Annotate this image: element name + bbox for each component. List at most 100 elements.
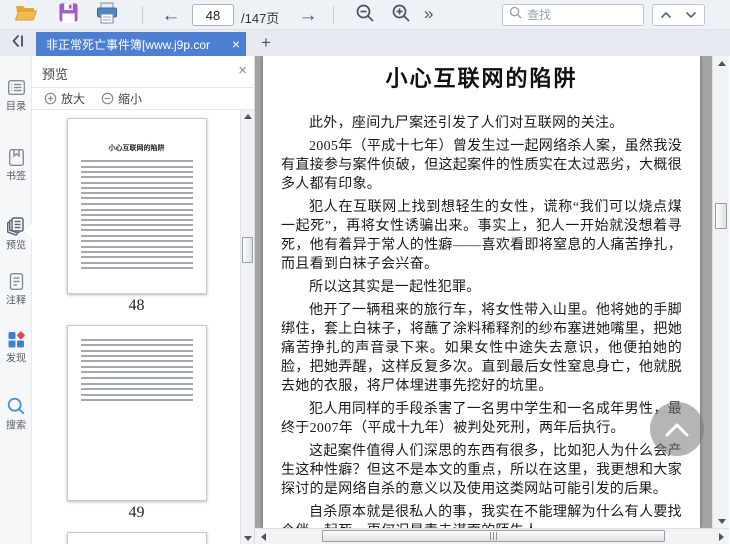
document-paragraph: 此外，座间九尸案还引发了人们对互联网的关注。 — [309, 116, 624, 131]
scroll-right-button[interactable] — [714, 529, 728, 544]
thumb-zoom-out-button[interactable]: 缩小 — [101, 90, 142, 107]
bookmark-icon — [8, 149, 24, 167]
thumb-zoom-out-label: 缩小 — [118, 92, 143, 106]
sidebar-item-label: 注释 — [5, 295, 27, 307]
thumb-text-lines — [80, 235, 193, 242]
document-tab[interactable]: 非正常死亡事件簿[www.j9p.cor × — [36, 32, 246, 56]
document-page: 小心互联网的陷阱 此外，座间九尸案还引发了人们对互联网的关注。 2005年（平成… — [263, 56, 700, 528]
preview-title: 预览 — [42, 67, 69, 82]
magnifier-plus-icon — [391, 3, 411, 28]
sidebar-item-label: 目录 — [5, 101, 27, 113]
toolbar-separator — [142, 6, 143, 24]
thumbnail-image[interactable] — [66, 532, 207, 544]
left-sidebar: 目录 书签 预览 注释 发现 搜索 — [0, 56, 32, 544]
scroll-left-button[interactable] — [256, 529, 270, 544]
magnifier-minus-icon — [355, 3, 375, 28]
arrow-right-icon: → — [298, 4, 318, 26]
thumbnail-page-number: 49 — [128, 504, 145, 521]
thumb-text-lines — [80, 350, 193, 362]
sidebar-item-label: 书签 — [5, 171, 27, 183]
scroll-down-button[interactable] — [241, 532, 255, 544]
tab-title: 非正常死亡事件簿[www.j9p.cor — [46, 37, 211, 52]
save-icon — [58, 2, 79, 28]
thumb-text-lines — [80, 209, 193, 231]
page-total-label: /147页 — [241, 11, 280, 26]
scrollbar-thumb[interactable] — [242, 237, 253, 263]
open-file-button[interactable] — [13, 3, 39, 27]
find-box — [502, 4, 682, 26]
chevron-up-icon — [660, 6, 672, 24]
document-viewport[interactable]: 小心互联网的陷阱 此外，座间九尸案还引发了人们对互联网的关注。 2005年（平成… — [255, 56, 712, 528]
sidebar-item-toc[interactable]: 目录 — [0, 78, 32, 114]
scroll-up-button[interactable] — [713, 57, 730, 69]
page-number-input[interactable] — [192, 4, 234, 26]
next-page-button[interactable]: → — [295, 3, 321, 27]
scroll-down-button[interactable] — [713, 515, 730, 527]
scrollbar-grip-icon — [489, 532, 498, 540]
more-tools-button[interactable]: » — [424, 4, 433, 24]
horizontal-scrollbar[interactable] — [255, 528, 729, 544]
sidebar-item-label: 搜索 — [5, 420, 27, 432]
document-paragraph: 2005年（平成十七年）曾发生过一起网络杀人案，虽然我没有直接参与案件侦破，但这… — [281, 139, 682, 192]
chevron-down-icon — [685, 6, 697, 24]
collapse-tabs-button[interactable] — [2, 31, 32, 55]
document-title: 小心互联网的陷阱 — [385, 66, 578, 91]
tab-bar: 非正常死亡事件簿[www.j9p.cor × + — [0, 30, 730, 56]
thumb-text-lines — [80, 383, 193, 390]
scroll-up-button[interactable] — [241, 110, 255, 122]
document-paragraph: 自杀原本就是很私人的事，我实在不能理解为什么有人要找个伴一起死，更何况是素未谋面… — [281, 505, 682, 528]
thumb-text-lines — [80, 339, 193, 346]
prev-page-button[interactable]: ← — [158, 3, 184, 27]
toc-icon — [7, 80, 25, 96]
circle-minus-icon — [101, 92, 114, 105]
thumbnail-image[interactable] — [66, 325, 207, 501]
thumbnail-image[interactable]: 小心互联网的陷阱 — [66, 118, 207, 294]
active-panel-notch — [25, 224, 32, 238]
thumb-text-lines — [80, 203, 193, 205]
search-icon — [509, 6, 522, 24]
triangle-left-icon — [260, 532, 266, 541]
thumb-zoom-in-button[interactable]: 放大 — [44, 90, 85, 107]
scrollbar-thumb[interactable] — [322, 530, 665, 542]
thumb-doc-title: 小心互联网的陷阱 — [108, 144, 165, 152]
preview-header: 预览 × — [32, 56, 254, 88]
tab-close-icon[interactable]: × — [232, 36, 240, 52]
discover-icon — [8, 331, 25, 348]
document-area: 小心互联网的陷阱 此外，座间九尸案还引发了人们对互联网的关注。 2005年（平成… — [255, 56, 730, 544]
triangle-down-icon — [244, 535, 252, 541]
toolbar-separator — [333, 6, 334, 24]
triangle-down-icon — [717, 518, 726, 524]
print-button[interactable] — [94, 2, 120, 27]
preview-close-icon[interactable]: × — [238, 62, 247, 79]
folder-open-icon — [14, 3, 38, 28]
triangle-up-icon — [244, 113, 252, 119]
toolbar: ← /147页 → » — [0, 0, 730, 30]
search-icon — [7, 397, 25, 415]
preview-toolbar: 放大 缩小 — [32, 88, 254, 110]
vertical-scrollbar[interactable] — [712, 56, 729, 528]
sidebar-item-discover[interactable]: 发现 — [0, 330, 32, 366]
thumb-text-lines — [80, 166, 193, 178]
zoom-in-button[interactable] — [388, 3, 414, 27]
thumbnail-page-number: 48 — [128, 297, 145, 314]
add-tab-button[interactable]: + — [254, 31, 278, 55]
sidebar-item-search[interactable]: 搜索 — [0, 396, 32, 433]
find-next-button[interactable] — [678, 4, 705, 26]
preview-scrollbar[interactable] — [240, 110, 254, 544]
thumb-text-lines — [80, 377, 193, 379]
find-previous-button[interactable] — [652, 4, 679, 26]
sidebar-item-bookmarks[interactable]: 书签 — [0, 148, 32, 184]
sidebar-item-annotations[interactable]: 注释 — [0, 272, 32, 308]
zoom-out-button[interactable] — [352, 3, 378, 27]
preview-panel: 预览 × 放大 缩小 小心互联网的陷阱 48 49 — [32, 56, 255, 544]
triangle-up-icon — [717, 60, 726, 66]
thumb-text-lines — [80, 160, 193, 162]
pages-stack-icon — [7, 217, 24, 236]
scroll-to-top-button[interactable] — [650, 402, 704, 456]
document-paragraph: 犯人在互联网上找到想轻生的女性，谎称“我们可以烧点煤一起死”，再将女性诱骗出来。… — [281, 200, 682, 272]
save-button[interactable] — [55, 3, 81, 27]
thumbnail-page-49: 49 — [66, 325, 207, 524]
note-page-icon — [9, 273, 23, 291]
chevron-up-icon — [665, 423, 689, 437]
scrollbar-thumb[interactable] — [715, 203, 727, 229]
